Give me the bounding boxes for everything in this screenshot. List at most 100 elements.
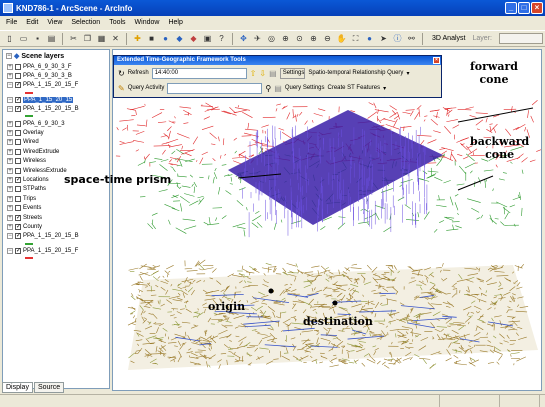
binoculars-icon[interactable]: ⚯ (406, 33, 417, 44)
layer-checkbox[interactable]: ✓ (15, 247, 21, 254)
layer-row[interactable]: + ✓ County (3, 222, 109, 231)
scene-view[interactable] (112, 49, 542, 391)
arrow-down-icon[interactable]: ⇩ (259, 69, 266, 78)
menu-help[interactable]: Help (168, 19, 182, 26)
expand-icon[interactable]: + (7, 139, 13, 146)
tab-source[interactable]: Source (33, 382, 65, 393)
toggle-icon[interactable]: ▣ (202, 33, 213, 44)
save-icon[interactable]: ▪ (32, 33, 43, 44)
zoom-target-icon[interactable]: ⊕ (280, 33, 291, 44)
layer-checkbox[interactable]: ✓ (15, 214, 21, 221)
stop-icon[interactable]: ■ (146, 33, 157, 44)
delete-icon[interactable]: ✕ (110, 33, 121, 44)
minimize-button[interactable]: _ (505, 2, 517, 14)
layer-icon[interactable]: ◆ (174, 33, 185, 44)
layer2-icon[interactable]: ◆ (188, 33, 199, 44)
expand-icon[interactable]: + (7, 73, 13, 80)
menu-selection[interactable]: Selection (71, 19, 100, 26)
layer-row[interactable]: + PPA_6_9_30_3 (3, 119, 109, 128)
activity-select[interactable] (167, 82, 263, 94)
layer-row[interactable]: + Wireless (3, 157, 109, 166)
zoom-in-icon[interactable]: ⊕ (308, 33, 319, 44)
layer-checkbox[interactable] (15, 139, 21, 146)
layer-checkbox[interactable]: ✓ (15, 223, 21, 230)
expand-icon[interactable]: + (7, 186, 13, 193)
layer-checkbox[interactable]: ✓ (15, 96, 21, 103)
layer-checkbox[interactable]: ✓ (15, 233, 21, 240)
layer-row[interactable]: + Trips (3, 194, 109, 203)
expand-icon[interactable]: + (7, 205, 13, 212)
collapse-icon[interactable]: − (7, 106, 13, 113)
center-icon[interactable]: ⊙ (294, 33, 305, 44)
layer-row[interactable]: − ✓ PPA_1_15_20_15_F (3, 81, 109, 90)
expand-icon[interactable]: + (7, 130, 13, 137)
paste-icon[interactable]: ▦ (96, 33, 107, 44)
layer-row[interactable]: + PPA_6_9_30_3_F (3, 62, 109, 71)
layer-row[interactable]: + WiredExtrude (3, 147, 109, 156)
layer-row[interactable]: − ✓ PPA_1_15_20_15_B (3, 232, 109, 241)
expand-icon[interactable]: + (7, 158, 13, 165)
menu-view[interactable]: View (47, 19, 62, 26)
identify-icon[interactable]: ⓘ (392, 33, 403, 44)
layer-row[interactable]: + Events (3, 203, 109, 212)
menu-tools[interactable]: Tools (109, 19, 125, 26)
st-query-menu[interactable]: Spatio-temporal Relationship Query (308, 70, 403, 76)
expand-icon[interactable]: + (7, 167, 13, 174)
menu-file[interactable]: File (6, 19, 17, 26)
maximize-button[interactable]: □ (518, 2, 530, 14)
refresh-button[interactable]: Refresh (128, 70, 149, 76)
menu-edit[interactable]: Edit (26, 19, 38, 26)
layer-checkbox[interactable] (15, 167, 21, 174)
layer-row[interactable]: − ✓ PPA_1_15_20_15_B (3, 105, 109, 114)
collapse-icon[interactable]: − (7, 82, 13, 89)
expand-icon[interactable]: + (7, 148, 13, 155)
menu-window[interactable]: Window (135, 19, 160, 26)
target-icon[interactable]: ◎ (266, 33, 277, 44)
create-features-menu[interactable]: Create ST Features (328, 85, 381, 91)
expand-icon[interactable]: + (7, 214, 13, 221)
layer-checkbox[interactable]: ✓ (15, 106, 21, 113)
layer-select[interactable] (498, 33, 543, 44)
layer-row[interactable]: + Overlay (3, 128, 109, 137)
fly-icon[interactable]: ✈ (252, 33, 263, 44)
layer-checkbox[interactable] (15, 120, 21, 127)
tab-display[interactable]: Display (2, 382, 33, 393)
layer-row[interactable]: + PPA_6_9_30_3_B (3, 71, 109, 80)
expand-icon[interactable]: + (7, 223, 13, 230)
layer-checkbox[interactable] (15, 186, 21, 193)
query-settings-button[interactable]: Query Settings (285, 85, 325, 91)
print-icon[interactable]: ▤ (46, 33, 57, 44)
layer-row[interactable]: − ✓ PPA_1_15_20_15_F (3, 246, 109, 255)
layer-checkbox[interactable] (15, 205, 21, 212)
layer-checkbox[interactable] (15, 130, 21, 137)
layer-row[interactable]: − ✓ PPA_1_15_20_15 (3, 95, 109, 104)
layer-checkbox[interactable] (15, 148, 21, 155)
settings-button[interactable]: Settings (279, 67, 306, 79)
expand-icon[interactable]: + (7, 195, 13, 202)
layer-row[interactable]: + Wired (3, 138, 109, 147)
add-data-icon[interactable]: ✚ (132, 33, 143, 44)
collapse-icon[interactable]: − (7, 96, 13, 103)
layer-row[interactable]: + ✓ Streets (3, 213, 109, 222)
layer-checkbox[interactable] (15, 63, 21, 70)
new-document-icon[interactable]: ▯ (4, 33, 15, 44)
expand-icon[interactable]: + (7, 120, 13, 127)
zoom-out-icon[interactable]: ⊖ (322, 33, 333, 44)
search-icon[interactable]: ⚲ (265, 84, 271, 93)
layer-row[interactable]: + STPaths (3, 185, 109, 194)
pan-icon[interactable]: ✋ (336, 33, 347, 44)
layer-checkbox[interactable]: ✓ (15, 176, 21, 183)
arrow-icon[interactable]: ➤ (378, 33, 389, 44)
open-icon[interactable]: ▭ (18, 33, 29, 44)
select-icon[interactable]: ● (364, 33, 375, 44)
layer-checkbox[interactable] (15, 195, 21, 202)
close-button[interactable]: × (531, 2, 543, 14)
navigate-icon[interactable]: ✥ (238, 33, 249, 44)
layer-checkbox[interactable] (15, 73, 21, 80)
collapse-icon[interactable]: − (6, 53, 12, 59)
layer-checkbox[interactable]: ✓ (15, 82, 21, 89)
time-input[interactable]: 14:40:00 (151, 67, 247, 79)
full-extent-icon[interactable]: ⛶ (350, 33, 361, 44)
globe-icon[interactable]: ● (160, 33, 171, 44)
collapse-icon[interactable]: − (7, 247, 13, 254)
